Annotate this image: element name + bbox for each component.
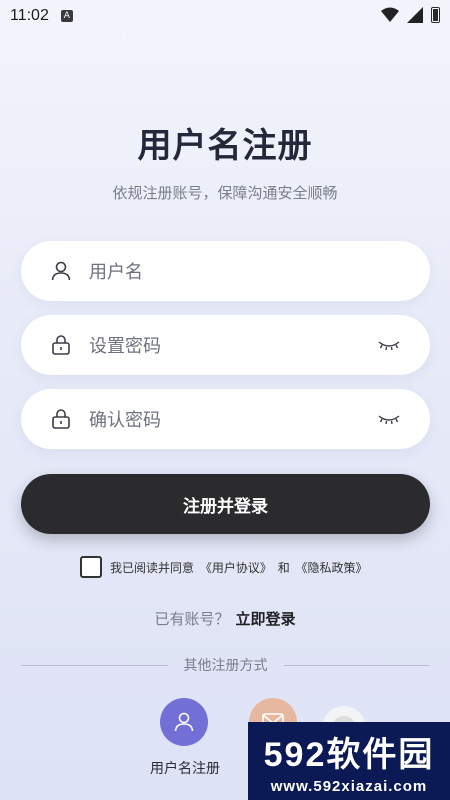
status-icons bbox=[381, 7, 440, 23]
divider-line bbox=[283, 664, 430, 666]
user-icon bbox=[174, 712, 194, 732]
login-question: 已有账号？ bbox=[154, 610, 230, 628]
status-bar: 11:02 A bbox=[0, 0, 450, 32]
username-field[interactable]: 用户名 bbox=[21, 241, 430, 301]
other-methods-label: 其他注册方式 bbox=[183, 658, 268, 674]
signal-icon bbox=[407, 7, 423, 23]
confirm-password-placeholder: 确认密码 bbox=[89, 410, 161, 431]
username-placeholder: 用户名 bbox=[89, 262, 143, 283]
login-prompt: 已有账号？ 立即登录 bbox=[0, 608, 450, 629]
password-placeholder: 设置密码 bbox=[89, 336, 161, 357]
login-link[interactable]: 立即登录 bbox=[236, 610, 296, 628]
username-register-label: 用户名注册 bbox=[150, 761, 220, 777]
agreement-and: 和 bbox=[277, 560, 290, 575]
notification-icon: A bbox=[60, 10, 73, 22]
watermark-url: www.592xiazai.com bbox=[270, 778, 428, 795]
page-subtitle: 依规注册账号，保障沟通安全顺畅 bbox=[112, 184, 338, 202]
user-icon bbox=[51, 261, 71, 281]
register-login-button[interactable]: 注册并登录 bbox=[21, 474, 430, 534]
agreement-prefix: 我已阅读并同意 bbox=[110, 560, 195, 575]
username-register-option[interactable] bbox=[160, 698, 208, 746]
password-field[interactable]: 设置密码 bbox=[21, 315, 430, 375]
battery-icon bbox=[431, 7, 440, 23]
privacy-policy-link[interactable]: 《隐私政策》 bbox=[296, 561, 368, 575]
watermark-brand: 592软件园 bbox=[263, 736, 435, 774]
agreement-row: 我已阅读并同意 《用户协议》 和 《隐私政策》 bbox=[80, 555, 370, 579]
user-agreement-link[interactable]: 《用户协议》 bbox=[200, 561, 272, 575]
status-time: 11:02 bbox=[10, 7, 49, 24]
divider-line bbox=[21, 664, 168, 666]
lock-icon bbox=[52, 335, 70, 355]
agreement-checkbox[interactable] bbox=[80, 556, 102, 578]
page-title: 用户名注册 bbox=[137, 126, 313, 166]
wifi-icon bbox=[381, 7, 399, 22]
watermark-logo: 592软件园 www.592xiazai.com bbox=[248, 722, 450, 800]
eye-closed-icon[interactable] bbox=[378, 337, 400, 353]
lock-icon bbox=[52, 409, 70, 429]
confirm-password-field[interactable]: 确认密码 bbox=[21, 389, 430, 449]
agreement-text: 我已阅读并同意 《用户协议》 和 《隐私政策》 bbox=[110, 559, 370, 576]
eye-closed-icon[interactable] bbox=[378, 411, 400, 427]
other-methods-divider: 其他注册方式 bbox=[21, 655, 430, 675]
